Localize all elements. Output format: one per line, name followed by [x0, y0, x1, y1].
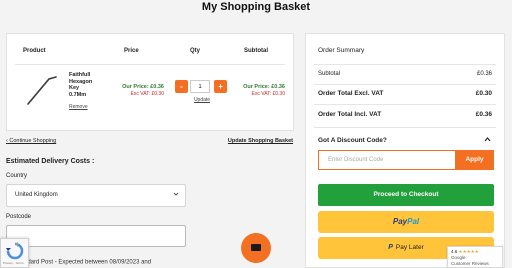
remove-link[interactable]: Remove	[69, 104, 88, 110]
country-value: United Kingdom	[15, 192, 58, 198]
chevron-left-icon: ‹	[6, 138, 8, 144]
postcode-label: Postcode	[6, 214, 32, 220]
continue-shopping-link[interactable]: ‹ Continue Shopping	[6, 138, 56, 144]
basket-divider	[15, 64, 285, 65]
product-name[interactable]: Faithfull Hexagon Key 0.7Mm	[69, 72, 109, 98]
pay-later-label: Pay Later	[395, 244, 424, 251]
recaptcha-icon	[6, 242, 24, 260]
paypal-logo-pay: Pay	[392, 217, 408, 226]
recaptcha-text: Privacy - Terms	[3, 261, 24, 265]
product-image[interactable]	[25, 74, 63, 106]
basket-card: Product Price Qty Subtotal Faithfull Hex…	[6, 33, 294, 131]
proceed-to-checkout-button[interactable]: Proceed to Checkout	[318, 184, 494, 206]
discount-code-input[interactable]: Enter Discount Code	[318, 150, 455, 170]
customer-reviews-label: Customer Reviews	[451, 261, 489, 266]
delivery-heading: Estimated Delivery Costs :	[6, 158, 95, 165]
qty-input[interactable]	[190, 80, 210, 93]
chat-icon	[251, 244, 261, 251]
country-label: Country	[6, 173, 28, 179]
exc-vat-price: Exc VAT: £0.30	[130, 91, 164, 97]
shipping-option-label: Standard Post - Expected between 08/09/2…	[15, 259, 152, 266]
caret-up-icon[interactable]	[484, 136, 491, 142]
recaptcha-badge[interactable]: Privacy - Terms	[0, 238, 29, 268]
subtotal-value: £0.36	[476, 71, 492, 77]
continue-shopping-label: Continue Shopping	[9, 138, 57, 144]
order-summary-title: Order Summary	[318, 47, 365, 54]
product-name-line: 0.7Mm	[69, 91, 87, 98]
paypal-button[interactable]: PayPal	[318, 211, 494, 233]
total-excl-vat-value: £0.30	[475, 90, 492, 97]
google-reviews-badge[interactable]: 4.6 ★★★★★ Google Customer Reviews	[447, 246, 503, 268]
summary-divider	[314, 104, 496, 105]
discount-placeholder: Enter Discount Code	[328, 157, 384, 163]
chat-button[interactable]	[241, 233, 271, 263]
header-subtotal: Subtotal	[244, 48, 268, 54]
header-price: Price	[124, 48, 139, 54]
header-qty: Qty	[190, 48, 201, 54]
summary-divider	[314, 64, 496, 65]
header-product: Product	[23, 48, 46, 54]
subtotal-label: Subtotal	[318, 71, 341, 77]
paypal-icon: P	[388, 244, 393, 251]
postcode-input[interactable]	[6, 225, 186, 247]
update-basket-link[interactable]: Update Shopping Basket	[228, 138, 293, 144]
rating-stars-icon: ★★★★★	[458, 249, 479, 254]
chevron-down-icon	[173, 192, 179, 196]
total-excl-vat-label: Order Total Excl. VAT	[318, 90, 384, 97]
total-incl-vat-value: £0.36	[475, 111, 492, 118]
subtotal-block: Our Price: £0.36 Exc VAT: £0.30	[227, 84, 285, 98]
summary-divider	[314, 84, 496, 85]
qty-decrease-button[interactable]: -	[175, 80, 188, 93]
qty-increase-button[interactable]: +	[214, 80, 227, 93]
order-summary-card: Order Summary Subtotal £0.36 Order Total…	[305, 33, 505, 268]
discount-code-toggle[interactable]: Got A Discount Code?	[318, 137, 387, 144]
google-brand: Google	[451, 255, 466, 260]
price-block: Our Price: £0.36 Exc VAT: £0.30	[108, 84, 164, 98]
our-price: Our Price: £0.36	[122, 84, 164, 90]
summary-divider	[314, 127, 496, 128]
apply-discount-button[interactable]: Apply	[455, 150, 494, 170]
subtotal-our-price: Our Price: £0.36	[243, 84, 285, 90]
paypal-logo-pal: Pal	[407, 217, 420, 226]
update-qty-link[interactable]: Update	[185, 97, 219, 103]
total-incl-vat-label: Order Total Incl. VAT	[318, 111, 382, 118]
page-title: My Shopping Basket	[201, 1, 311, 13]
subtotal-exc-vat: Exc VAT: £0.30	[251, 91, 285, 97]
country-select[interactable]: United Kingdom	[6, 184, 186, 207]
google-rating-value: 4.6	[451, 249, 458, 254]
